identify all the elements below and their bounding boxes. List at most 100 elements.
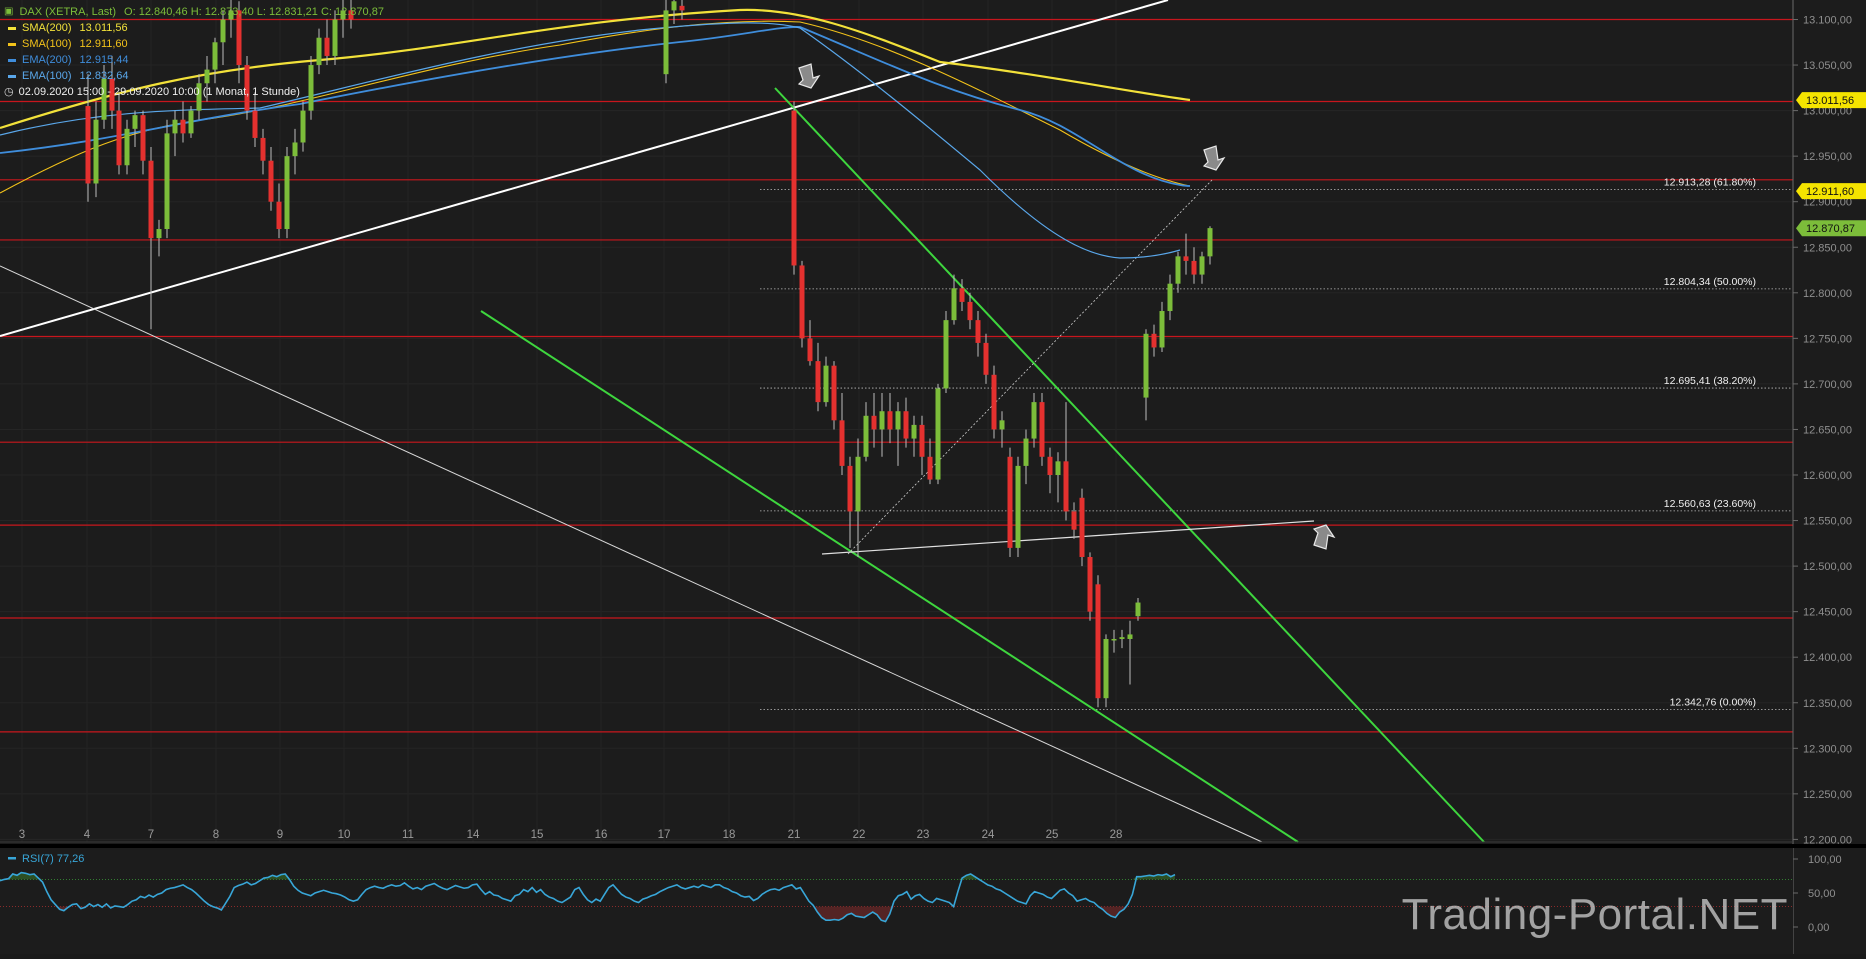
candle-up [188, 110, 194, 134]
sma200-label: SMA(200) [22, 22, 72, 34]
legend-row-ema100[interactable]: EMA(100) 12.832,64 [4, 68, 384, 84]
sma100-swatch [8, 42, 16, 46]
candle-up [863, 415, 869, 457]
candle-up [1143, 333, 1149, 398]
x-axis-tick-label: 24 [982, 829, 995, 841]
candle-up [124, 128, 130, 166]
clock-icon: ◷ [4, 86, 14, 98]
candle-down [1191, 260, 1197, 275]
x-axis-tick-label: 25 [1046, 829, 1059, 841]
sma200-swatch [8, 26, 16, 30]
candle-down [807, 338, 813, 362]
candle-down [959, 288, 965, 302]
instrument-name: DAX (XETRA, Last) [19, 6, 117, 18]
x-axis-tick-label: 17 [658, 829, 671, 841]
ema200-label: EMA(200) [22, 54, 72, 66]
x-axis-tick-label: 18 [723, 829, 736, 841]
y-axis-tick-label: 13.050,00 [1803, 60, 1852, 72]
candle-down [1151, 333, 1157, 348]
candle-down [791, 110, 797, 266]
candle-down [268, 160, 274, 202]
ema200-swatch [8, 58, 16, 62]
candle-down [1007, 456, 1013, 548]
legend-header-row: ▣ DAX (XETRA, Last) O: 12.840,46 H: 12.8… [4, 4, 384, 20]
candle-down [1047, 456, 1053, 475]
fib-level-label: 12.913,28 (61.80%) [1664, 177, 1756, 189]
fib-level-label: 12.560,63 (23.60%) [1664, 498, 1756, 510]
x-axis-tick-label: 22 [853, 829, 866, 841]
candle-up [1119, 637, 1125, 639]
legend-row-ema200[interactable]: EMA(200) 12.915,44 [4, 52, 384, 68]
fib-level-label: 12.342,76 (0.00%) [1670, 696, 1756, 708]
x-axis-tick-label: 23 [917, 829, 930, 841]
candle-up [1199, 256, 1205, 275]
candle-down [815, 361, 821, 403]
date-range-row: ◷ 02.09.2020 15:00 - 29.09.2020 10:00 (1… [4, 84, 384, 100]
candle-up [1015, 465, 1021, 548]
x-axis-tick-label: 8 [213, 829, 219, 841]
candle-down [1063, 461, 1069, 512]
y-axis-tick-label: 12.250,00 [1803, 789, 1852, 801]
ema100-value: 12.832,64 [79, 70, 129, 82]
fib-level-label: 12.804,34 (50.00%) [1664, 276, 1756, 288]
candle-up [855, 456, 861, 512]
candle-down [1079, 497, 1085, 557]
candle-up [879, 411, 885, 430]
candle-up [93, 119, 99, 184]
candle-down [799, 265, 805, 339]
y-axis-tick-label: 12.450,00 [1803, 607, 1852, 619]
price-chart[interactable]: 12.913,28 (61.80%) 12.804,34 (50.00%) 12.6… [0, 0, 1866, 954]
candle-down [919, 424, 925, 457]
candle-up [1031, 402, 1037, 439]
candle-up [1135, 602, 1141, 617]
candle-up [1159, 311, 1165, 348]
y-axis-tick-label: 12.750,00 [1803, 333, 1852, 345]
ema100-swatch [8, 74, 16, 78]
candle-up [895, 411, 901, 430]
candle-up [671, 1, 677, 11]
candle-up [1023, 438, 1029, 466]
y-axis-tick-label: 12.550,00 [1803, 516, 1852, 528]
candle-down [847, 465, 853, 512]
y-axis-tick-label: 12.400,00 [1803, 652, 1852, 664]
y-axis-tick-label: 12.800,00 [1803, 288, 1852, 300]
candle-down [180, 119, 186, 134]
candle-up [292, 142, 298, 157]
legend-row-sma100[interactable]: SMA(100) 12.911,60 [4, 36, 384, 52]
sma100-value: 12.911,60 [79, 38, 128, 50]
chart-legend: ▣ DAX (XETRA, Last) O: 12.840,46 H: 12.8… [4, 4, 384, 100]
candle-up [935, 388, 941, 480]
candle-down [260, 137, 266, 161]
watermark: Trading-Portal.NET [1401, 890, 1788, 939]
x-axis-tick-label: 15 [531, 829, 544, 841]
candle-down [927, 456, 933, 480]
y-axis-tick-label: 12.300,00 [1803, 743, 1852, 755]
candle-up [999, 420, 1005, 430]
x-axis-tick-label: 16 [595, 829, 608, 841]
candle-up [1207, 228, 1213, 257]
candle-down [85, 106, 91, 184]
y-axis-tick-label: 12.650,00 [1803, 424, 1852, 436]
y-axis-tick-label: 12.500,00 [1803, 561, 1852, 573]
rsi-legend-swatch [8, 857, 16, 860]
price-tag-label: 13.011,56 [1806, 95, 1854, 107]
price-tag-label: 12.870,87 [1806, 223, 1855, 235]
rsi-axis-tick-label: 0,00 [1808, 922, 1829, 934]
y-axis-tick-label: 12.350,00 [1803, 698, 1852, 710]
ohlc-readout: O: 12.840,46 H: 12.873,40 L: 12.831,21 C… [124, 6, 384, 18]
candle-up [300, 110, 306, 143]
x-axis-tick-label: 11 [402, 829, 414, 841]
candle-down [116, 110, 122, 166]
candle-down [1071, 511, 1077, 530]
y-axis-tick-label: 12.600,00 [1803, 470, 1852, 482]
price-tag-label: 12.911,60 [1806, 186, 1854, 198]
candle-up [1055, 461, 1061, 475]
x-axis-tick-label: 14 [467, 829, 480, 841]
candle-up [663, 10, 669, 75]
candle-down [983, 342, 989, 375]
legend-row-sma200[interactable]: SMA(200) 13.011,56 [4, 20, 384, 36]
candle-up [156, 229, 162, 239]
x-axis-tick-label: 7 [148, 829, 154, 841]
x-axis-tick-label: 3 [19, 829, 25, 841]
candle-up [164, 133, 170, 230]
